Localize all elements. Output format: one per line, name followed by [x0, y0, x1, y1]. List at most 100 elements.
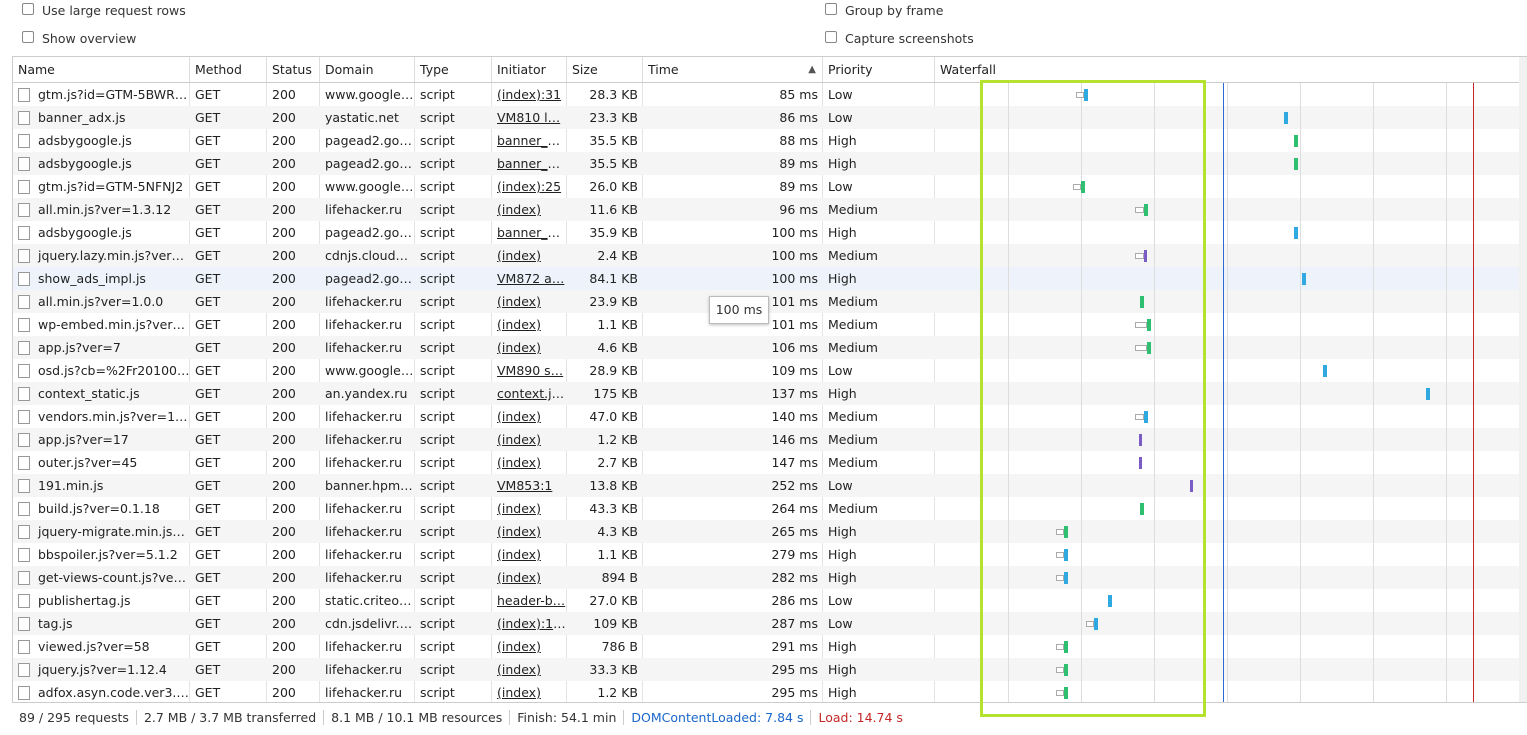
cell-initiator[interactable]: (index) [492, 543, 567, 566]
waterfall-area[interactable] [936, 83, 1527, 703]
waterfall-bar[interactable] [1294, 158, 1298, 170]
column-header-size[interactable]: Size [567, 57, 643, 82]
cell-initiator[interactable]: context.js:1 [492, 382, 567, 405]
waterfall-bar[interactable] [1140, 296, 1144, 308]
cell-initiator[interactable]: (index) [492, 451, 567, 474]
waterfall-bar[interactable] [1294, 135, 1298, 147]
initiator-link[interactable]: (index) [497, 248, 541, 263]
initiator-link[interactable]: (index) [497, 639, 541, 654]
cell-initiator[interactable]: (index) [492, 428, 567, 451]
group-by-frame-checkbox[interactable] [825, 2, 837, 15]
cell-initiator[interactable]: (index):31 [492, 83, 567, 106]
vertical-scrollbar[interactable] [1519, 57, 1527, 702]
initiator-link[interactable]: (index) [497, 202, 541, 217]
initiator-link[interactable]: context.js:1 [497, 386, 567, 401]
initiator-link[interactable]: (index) [497, 317, 541, 332]
waterfall-bar[interactable] [1064, 549, 1068, 561]
waterfall-bar[interactable] [1426, 388, 1430, 400]
waterfall-bar[interactable] [1144, 204, 1148, 216]
waterfall-bar[interactable] [1190, 480, 1193, 492]
show-overview-checkbox[interactable] [22, 30, 34, 43]
column-header-status[interactable]: Status [267, 57, 320, 82]
initiator-link[interactable]: (index) [497, 547, 541, 562]
initiator-link[interactable]: (index) [497, 455, 541, 470]
column-header-method[interactable]: Method [190, 57, 267, 82]
waterfall-bar[interactable] [1064, 641, 1068, 653]
cell-initiator[interactable]: (index):25 [492, 175, 567, 198]
waterfall-bar[interactable] [1081, 181, 1085, 193]
waterfall-bar[interactable] [1064, 687, 1068, 699]
column-header-initiator[interactable]: Initiator [492, 57, 567, 82]
group-by-frame-option[interactable]: Group by frame [825, 2, 943, 20]
column-header-waterfall[interactable]: Waterfall [935, 57, 1527, 82]
cell-initiator[interactable]: (index):144 [492, 612, 567, 635]
cell-initiator[interactable]: banner_a… [492, 221, 567, 244]
initiator-link[interactable]: VM872 a… [497, 271, 564, 286]
waterfall-bar[interactable] [1147, 342, 1151, 354]
initiator-link[interactable]: (index) [497, 340, 541, 355]
waterfall-bar[interactable] [1147, 319, 1151, 331]
cell-initiator[interactable]: VM872 a… [492, 267, 567, 290]
cell-initiator[interactable]: (index) [492, 290, 567, 313]
cell-initiator[interactable]: (index) [492, 520, 567, 543]
cell-initiator[interactable]: (index) [492, 497, 567, 520]
cell-initiator[interactable]: banner_a… [492, 129, 567, 152]
initiator-link[interactable]: banner_a… [497, 225, 567, 240]
cell-initiator[interactable]: (index) [492, 658, 567, 681]
initiator-link[interactable]: (index) [497, 294, 541, 309]
cell-initiator[interactable]: (index) [492, 244, 567, 267]
column-header-time[interactable]: Time ▲ [643, 57, 823, 82]
cell-initiator[interactable]: (index) [492, 198, 567, 221]
initiator-link[interactable]: VM890 s… [497, 363, 563, 378]
waterfall-bar[interactable] [1302, 273, 1306, 285]
initiator-link[interactable]: VM853:1 [497, 478, 552, 493]
column-header-priority[interactable]: Priority [823, 57, 935, 82]
large-rows-checkbox[interactable] [22, 2, 34, 15]
cell-initiator[interactable]: (index) [492, 336, 567, 359]
show-overview-option[interactable]: Show overview [22, 30, 136, 48]
cell-initiator[interactable]: VM853:1 [492, 474, 567, 497]
initiator-link[interactable]: (index) [497, 662, 541, 677]
initiator-link[interactable]: (index):144 [497, 616, 567, 631]
initiator-link[interactable]: (index) [497, 501, 541, 516]
waterfall-bar[interactable] [1108, 595, 1112, 607]
waterfall-bar[interactable] [1084, 89, 1088, 101]
waterfall-bar[interactable] [1284, 112, 1288, 124]
cell-initiator[interactable]: VM890 s… [492, 359, 567, 382]
column-header-domain[interactable]: Domain [320, 57, 415, 82]
capture-screenshots-option[interactable]: Capture screenshots [825, 30, 974, 48]
cell-initiator[interactable]: header-b… [492, 589, 567, 612]
column-header-type[interactable]: Type [415, 57, 492, 82]
waterfall-bar[interactable] [1294, 227, 1298, 239]
initiator-link[interactable]: banner_a… [497, 156, 567, 171]
cell-initiator[interactable]: (index) [492, 313, 567, 336]
capture-screenshots-checkbox[interactable] [825, 30, 837, 43]
initiator-link[interactable]: (index) [497, 432, 541, 447]
cell-initiator[interactable]: banner_a… [492, 152, 567, 175]
initiator-link[interactable]: (index) [497, 685, 541, 700]
initiator-link[interactable]: (index) [497, 409, 541, 424]
cell-initiator[interactable]: (index) [492, 405, 567, 428]
initiator-link[interactable]: (index) [497, 524, 541, 539]
column-header-name[interactable]: Name [13, 57, 190, 82]
waterfall-bar[interactable] [1140, 503, 1144, 515]
waterfall-bar[interactable] [1139, 434, 1142, 446]
waterfall-bar[interactable] [1064, 572, 1068, 584]
waterfall-bar[interactable] [1064, 526, 1068, 538]
initiator-link[interactable]: (index) [497, 570, 541, 585]
waterfall-bar[interactable] [1064, 664, 1068, 676]
waterfall-bar[interactable] [1094, 618, 1098, 630]
cell-initiator[interactable]: VM810 l… [492, 106, 567, 129]
initiator-link[interactable]: header-b… [497, 593, 565, 608]
cell-initiator[interactable]: (index) [492, 566, 567, 589]
cell-initiator[interactable]: (index) [492, 681, 567, 704]
initiator-link[interactable]: banner_a… [497, 133, 567, 148]
waterfall-bar[interactable] [1139, 457, 1142, 469]
waterfall-bar[interactable] [1144, 411, 1148, 423]
waterfall-bar[interactable] [1144, 250, 1147, 262]
large-rows-option[interactable]: Use large request rows [22, 2, 186, 20]
initiator-link[interactable]: (index):31 [497, 87, 561, 102]
cell-initiator[interactable]: (index) [492, 635, 567, 658]
waterfall-bar[interactable] [1323, 365, 1327, 377]
initiator-link[interactable]: VM810 l… [497, 110, 560, 125]
